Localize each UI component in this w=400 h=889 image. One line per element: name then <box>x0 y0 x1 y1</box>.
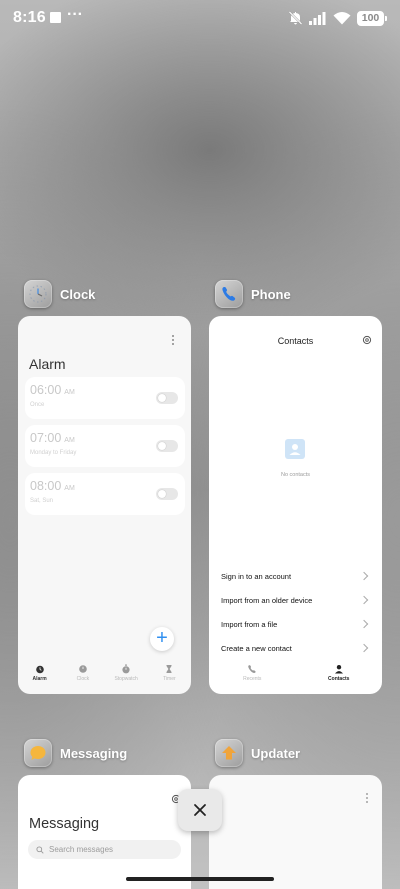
search-icon <box>36 845 44 854</box>
app-name-phone: Phone <box>251 286 291 302</box>
notification-icon <box>50 12 61 23</box>
hourglass-icon <box>166 665 172 673</box>
clock-app-icon <box>24 280 52 308</box>
alarm-repeat: Once <box>30 402 45 408</box>
chevron-right-icon <box>359 619 369 629</box>
recent-app-card-messaging[interactable]: Messaging Search messages <box>18 775 191 889</box>
alarm-icon <box>35 665 44 674</box>
chevron-right-icon <box>359 595 369 605</box>
alarm-row[interactable]: 06:00 AM Once <box>25 377 185 419</box>
alarm-toggle[interactable] <box>156 488 178 500</box>
home-gesture-handle[interactable] <box>126 877 274 881</box>
wifi-icon <box>333 12 351 25</box>
tab-timer[interactable]: Timer <box>148 664 191 692</box>
chevron-right-icon <box>359 643 369 653</box>
settings-icon <box>362 335 372 345</box>
app-name-messaging: Messaging <box>60 745 128 761</box>
tab-stopwatch[interactable]: Stopwatch <box>105 664 148 692</box>
chevron-right-icon <box>359 571 369 581</box>
alarm-repeat: Monday to Friday <box>30 450 77 456</box>
alarm-repeat: Sat, Sun <box>30 498 54 504</box>
app-header-phone[interactable]: Phone <box>215 278 291 310</box>
vibrate-mute-icon <box>288 11 303 25</box>
more-notifications-icon: ··· <box>67 6 83 23</box>
screen-title: Messaging <box>29 816 100 832</box>
clock-tab-bar: Alarm Clock Stopwatch Timer <box>18 664 191 692</box>
app-header-messaging[interactable]: Messaging <box>24 737 127 769</box>
alarm-time: 06:00 AM <box>30 383 75 397</box>
screen-title: Alarm <box>29 356 66 372</box>
app-header-clock[interactable]: Clock <box>24 278 95 310</box>
recents-phone-icon <box>248 665 256 674</box>
status-bar: 8:16 ··· 100 <box>0 0 400 36</box>
clock-tab-icon <box>79 665 87 673</box>
close-icon <box>194 804 206 816</box>
more-options-icon <box>366 793 368 803</box>
recent-app-card-updater[interactable] <box>209 775 382 889</box>
tab-recents[interactable]: Recents <box>209 664 296 692</box>
alarm-time: 08:00 AM <box>30 479 75 493</box>
search-messages-field[interactable]: Search messages <box>28 840 181 859</box>
clock-icon <box>29 285 47 303</box>
app-name-clock: Clock <box>60 286 96 302</box>
contacts-person-icon <box>334 665 343 674</box>
alarm-time: 07:00 AM <box>30 431 75 445</box>
status-time: 8:16 <box>13 9 46 26</box>
updater-app-icon <box>215 739 243 767</box>
alarm-toggle[interactable] <box>156 440 178 452</box>
app-header-updater[interactable]: Updater <box>215 737 300 769</box>
message-bubble-icon <box>30 746 46 760</box>
upload-arrow-icon <box>222 746 236 760</box>
more-options-icon <box>172 335 174 345</box>
recent-app-card-phone[interactable]: Contacts No contacts Sign in to an accou… <box>209 316 382 694</box>
signal-icon <box>309 11 326 25</box>
recent-app-card-clock[interactable]: Alarm 06:00 AM Once 07:00 AM Monday to Fri… <box>18 316 191 694</box>
alarm-row[interactable]: 08:00 AM Sat, Sun <box>25 473 185 515</box>
search-placeholder: Search messages <box>49 845 114 854</box>
messaging-app-icon <box>24 739 52 767</box>
phone-tab-bar: Recents Contacts <box>209 664 382 692</box>
empty-contacts-icon <box>285 439 305 459</box>
import-file-option[interactable]: Import from a file <box>221 616 371 632</box>
empty-state-text: No contacts <box>280 472 311 478</box>
battery-icon: 100 <box>357 10 387 26</box>
sign-in-account-option[interactable]: Sign in to an account <box>221 568 371 584</box>
alarm-row[interactable]: 07:00 AM Monday to Friday <box>25 425 185 467</box>
screen-title: Contacts <box>277 336 314 346</box>
status-icons: 100 <box>288 10 387 26</box>
alarm-toggle[interactable] <box>156 392 178 404</box>
import-older-device-option[interactable]: Import from an older device <box>221 592 371 608</box>
add-alarm-button[interactable]: + <box>150 627 174 651</box>
phone-app-icon <box>215 280 243 308</box>
app-name-updater: Updater <box>251 745 301 761</box>
phone-icon <box>222 286 236 301</box>
tab-clock[interactable]: Clock <box>61 664 104 692</box>
clear-all-button[interactable] <box>178 789 222 831</box>
stopwatch-icon <box>122 664 130 674</box>
create-contact-option[interactable]: Create a new contact <box>221 640 371 656</box>
tab-contacts[interactable]: Contacts <box>296 664 383 692</box>
tab-alarm[interactable]: Alarm <box>18 664 61 692</box>
